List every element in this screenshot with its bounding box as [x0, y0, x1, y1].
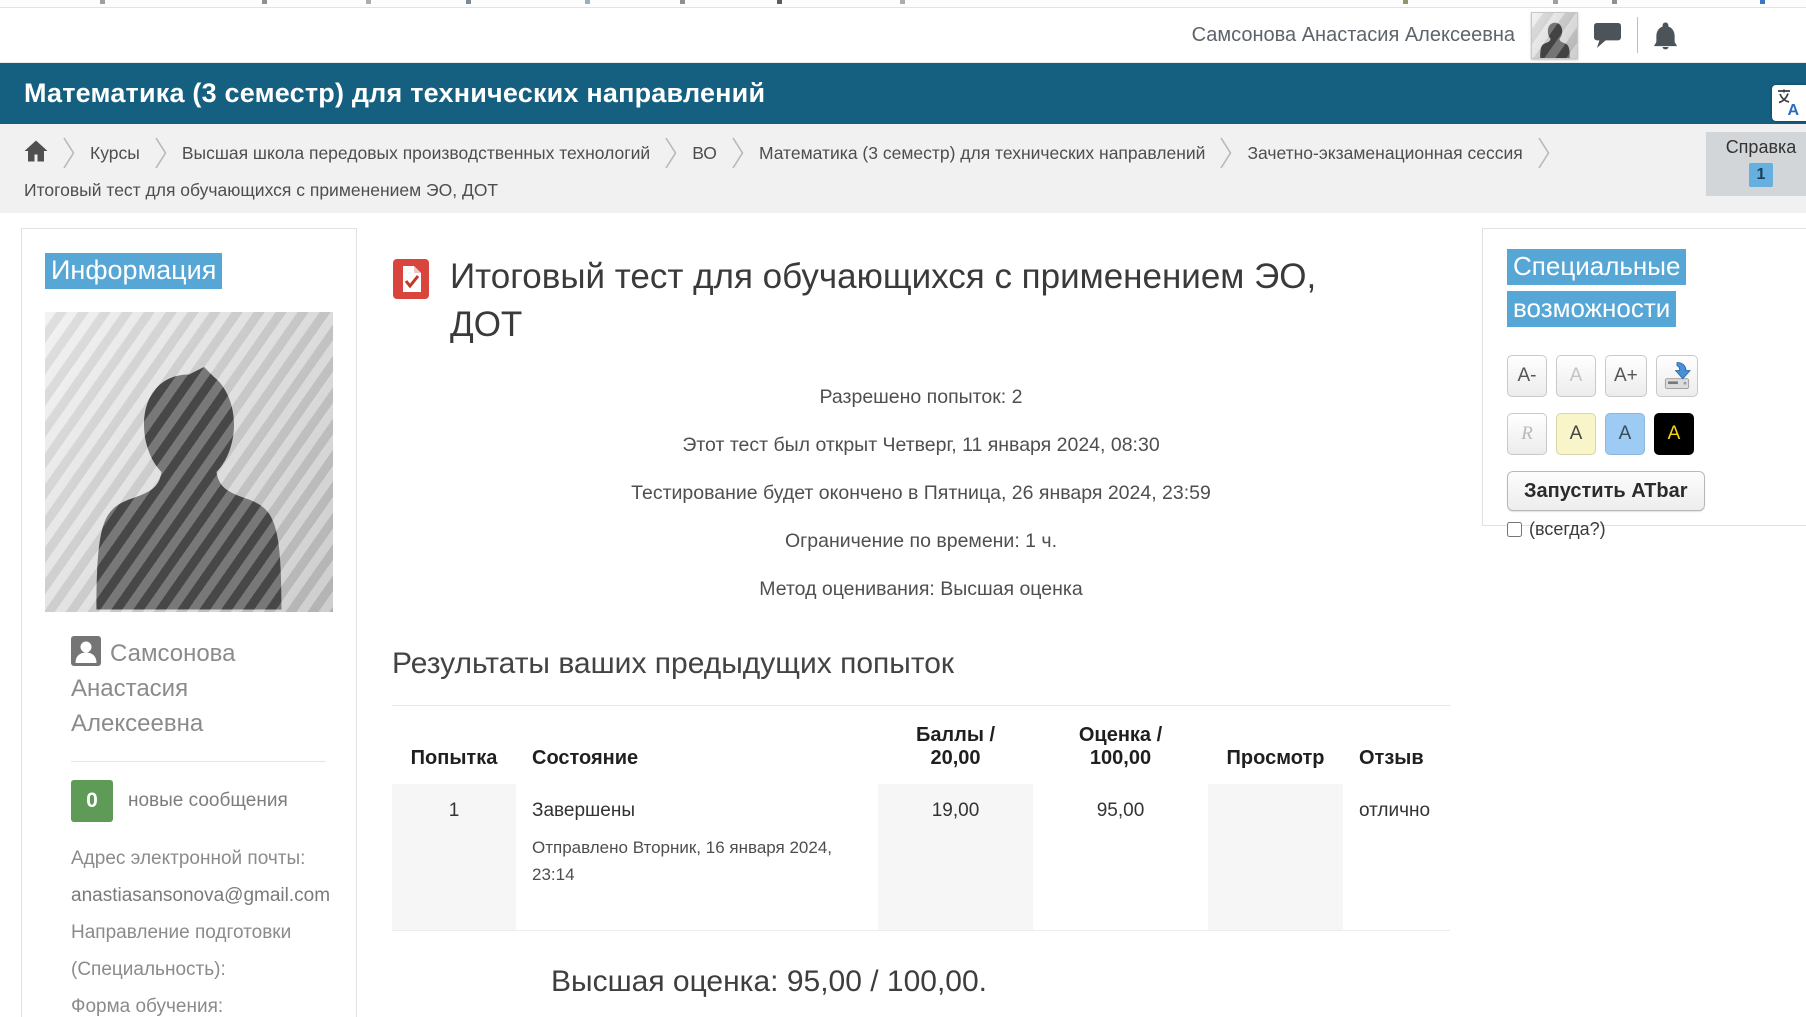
download-disk-icon — [1660, 359, 1694, 393]
font-increase-button[interactable]: A+ — [1605, 355, 1647, 397]
help-block[interactable]: Справка 1 — [1706, 132, 1806, 196]
sidebar-user: Самсонова Анастасия Алексеевна — [71, 636, 299, 741]
chevron-separator-icon — [665, 135, 677, 171]
accessibility-title: Специальные возможности — [1507, 249, 1686, 327]
chevron-separator-icon — [732, 135, 744, 171]
translate-icon[interactable]: A — [1772, 85, 1806, 121]
breadcrumb-item-course[interactable]: Математика (3 семестр) для технических н… — [759, 143, 1206, 164]
atbar-always-label: (всегда?) — [1529, 519, 1606, 540]
sidebar-title: Информация — [45, 253, 222, 289]
results-heading: Результаты ваших предыдущих попыток — [392, 647, 1450, 681]
quiz-opened: Этот тест был открыт Четверг, 11 января … — [392, 421, 1450, 469]
divider — [1637, 17, 1638, 53]
grading-method: Метод оценивания: Высшая оценка — [392, 565, 1450, 613]
cell-points: 19,00 — [878, 784, 1033, 931]
breadcrumb-item-session[interactable]: Зачетно-экзаменационная сессия — [1247, 143, 1522, 164]
breadcrumb-item-courses[interactable]: Курсы — [90, 143, 140, 164]
messages-icon[interactable] — [1593, 22, 1622, 49]
chevron-separator-icon — [63, 135, 75, 171]
person-silhouette-icon — [64, 347, 314, 612]
theme-blue-button[interactable]: A — [1605, 413, 1645, 455]
help-badge: 1 — [1749, 163, 1773, 187]
course-title: Математика (3 семестр) для технических н… — [0, 78, 765, 109]
col-header-state: Состояние — [516, 706, 878, 785]
specialty-label: Направление подготовки (Специальность): — [71, 914, 311, 988]
best-grade: Высшая оценка: 95,00 / 100,00. — [551, 965, 1450, 999]
chevron-separator-icon — [155, 135, 167, 171]
quiz-info: Разрешено попыток: 2 Этот тест был откры… — [392, 373, 1450, 613]
breadcrumb-current: Итоговый тест для обучающихся с применен… — [24, 177, 1806, 203]
user-mini-icon — [71, 636, 101, 666]
messages-row[interactable]: 0 новые сообщения — [71, 780, 333, 822]
email-value: anastiasansonova@gmail.com — [71, 877, 311, 914]
chevron-separator-icon — [1538, 135, 1550, 171]
breadcrumb: Курсы Высшая школа передовых производств… — [0, 124, 1806, 213]
launch-atbar-button[interactable]: Запустить ATbar — [1507, 471, 1705, 511]
help-label[interactable]: Справка — [1706, 137, 1806, 158]
theme-black-button[interactable]: A — [1654, 413, 1694, 455]
email-label: Адрес электронной почты: — [71, 840, 311, 877]
state-value: Завершены — [532, 800, 848, 822]
breadcrumb-item-school[interactable]: Высшая школа передовых производственных … — [182, 143, 650, 164]
user-bar: Самсонова Анастасия Алексеевна — [0, 8, 1806, 63]
quiz-icon — [392, 258, 432, 300]
table-header-row: Попытка Состояние Баллы / 20,00 Оценка /… — [392, 706, 1450, 785]
messages-count-badge: 0 — [71, 780, 113, 822]
font-decrease-button[interactable]: A- — [1507, 355, 1547, 397]
final-feedback-label: Итоговый отзыв — [551, 1013, 1450, 1017]
messages-label: новые сообщения — [128, 790, 288, 812]
page-content: Информация Самсонова Анастасия Алексеевн… — [0, 213, 1806, 1017]
col-header-review: Просмотр — [1208, 706, 1343, 785]
accessibility-panel: Специальные возможности A- A A+ R A A A … — [1482, 228, 1806, 526]
font-default-button[interactable]: A — [1556, 355, 1596, 397]
breadcrumb-item-vo[interactable]: ВО — [692, 143, 717, 164]
cell-state: Завершены Отправлено Вторник, 16 января … — [516, 784, 878, 931]
bookmarks-bar-remnant — [0, 0, 1806, 8]
user-menu[interactable]: Самсонова Анастасия Алексеевна — [1192, 24, 1515, 47]
atbar-always-checkbox[interactable] — [1507, 522, 1522, 537]
col-header-attempt: Попытка — [392, 706, 516, 785]
state-detail: Отправлено Вторник, 16 января 2024, 23:1… — [532, 834, 848, 888]
cell-attempt: 1 — [392, 784, 516, 931]
col-header-feedback: Отзыв — [1343, 706, 1450, 785]
quiz-title: Итоговый тест для обучающихся с применен… — [450, 253, 1316, 349]
theme-yellow-button[interactable]: A — [1556, 413, 1596, 455]
quiz-main: Итоговый тест для обучающихся с применен… — [392, 213, 1450, 1017]
home-icon[interactable] — [24, 140, 48, 167]
edu-form-label: Форма обучения: — [71, 988, 311, 1017]
notifications-bell-icon[interactable] — [1653, 21, 1678, 50]
person-silhouette-icon — [1535, 18, 1575, 58]
profile-photo — [45, 312, 333, 612]
cell-feedback: отлично — [1343, 784, 1450, 931]
col-header-points: Баллы / 20,00 — [878, 706, 1033, 785]
divider — [71, 761, 326, 762]
reset-style-button[interactable]: R — [1507, 413, 1547, 455]
col-header-grade: Оценка / 100,00 — [1033, 706, 1208, 785]
chevron-separator-icon — [1220, 135, 1232, 171]
info-sidebar: Информация Самсонова Анастасия Алексеевн… — [21, 228, 357, 1017]
time-limit: Ограничение по времени: 1 ч. — [392, 517, 1450, 565]
save-settings-button[interactable] — [1656, 355, 1698, 397]
cell-grade: 95,00 — [1033, 784, 1208, 931]
attempts-table: Попытка Состояние Баллы / 20,00 Оценка /… — [392, 705, 1450, 931]
table-row: 1 Завершены Отправлено Вторник, 16 январ… — [392, 784, 1450, 931]
quiz-closes: Тестирование будет окончено в Пятница, 2… — [392, 469, 1450, 517]
cell-review — [1208, 784, 1343, 931]
user-avatar[interactable] — [1531, 12, 1578, 59]
course-header: Математика (3 семестр) для технических н… — [0, 63, 1806, 124]
attempts-allowed: Разрешено попыток: 2 — [392, 373, 1450, 421]
